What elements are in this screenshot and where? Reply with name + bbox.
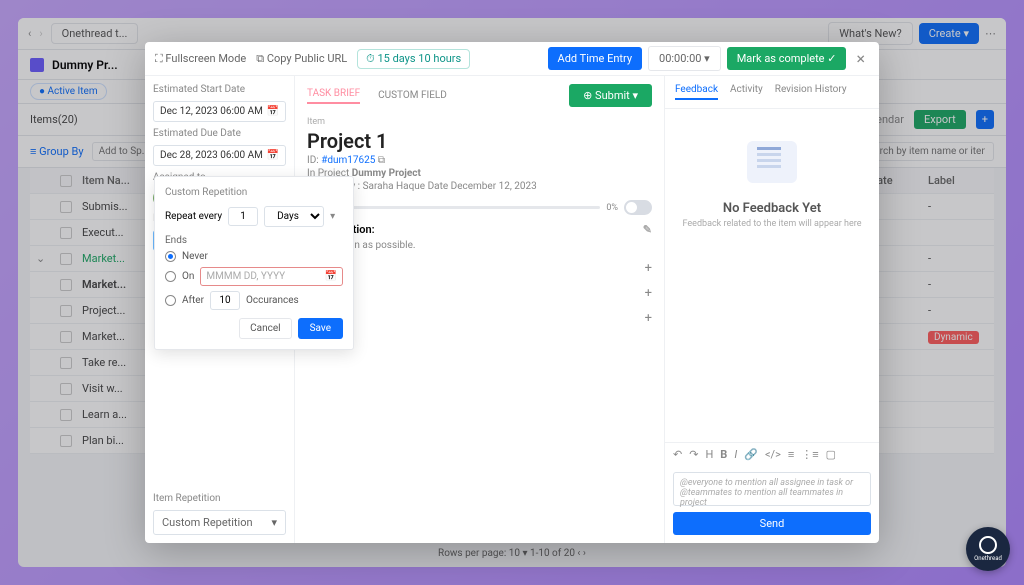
save-button[interactable]: Save xyxy=(298,318,343,339)
tab-task-brief[interactable]: TASK BRIEF xyxy=(307,88,360,104)
code-icon[interactable]: </> xyxy=(765,448,781,461)
start-date-input[interactable]: Dec 12, 2023 06:00 AM📅 xyxy=(153,101,286,122)
unit-select[interactable]: Days xyxy=(264,206,324,227)
occurrences-input[interactable] xyxy=(210,291,240,310)
tab-feedback[interactable]: Feedback xyxy=(675,84,718,100)
empty-state-icon xyxy=(747,141,797,183)
plus-icon[interactable]: + xyxy=(645,286,652,301)
tab-activity[interactable]: Activity xyxy=(730,84,763,100)
repetition-popover: Custom Repetition Repeat every Days ▾ En… xyxy=(154,176,354,350)
label-occurrences: Occurances xyxy=(246,295,299,306)
redo-icon[interactable]: ↷ xyxy=(689,448,698,461)
radio-after[interactable] xyxy=(165,295,176,306)
label-est-due: Estimated Due Date xyxy=(153,128,286,139)
tab-revision[interactable]: Revision History xyxy=(775,84,847,100)
link-icon[interactable]: 🔗 xyxy=(744,448,758,461)
progress-value: 0% xyxy=(606,203,618,213)
label-ends: Ends xyxy=(165,235,343,246)
label-repeat-every: Repeat every xyxy=(165,211,222,222)
item-id-link[interactable]: #dum17625 xyxy=(321,155,375,166)
timer-button[interactable]: 00:00:00 ▾ xyxy=(648,46,721,71)
description-text: …te as soon as possible. xyxy=(307,240,652,251)
item-right-panel: Feedback Activity Revision History No Fe… xyxy=(664,76,879,543)
label-est-start: Estimated Start Date xyxy=(153,84,286,95)
cancel-button[interactable]: Cancel xyxy=(239,318,291,339)
numlist-icon[interactable]: ⋮≡ xyxy=(801,448,818,461)
editor-toolbar: ↶ ↷ HB I 🔗 </> ≡ ⋮≡ ▢ xyxy=(665,442,879,466)
italic-icon[interactable]: I xyxy=(734,448,737,461)
image-icon[interactable]: ▢ xyxy=(826,448,836,461)
end-date-input[interactable]: MMMM DD, YYYY📅 xyxy=(200,267,343,286)
label-repetition: Item Repetition xyxy=(153,493,286,504)
due-date-input[interactable]: Dec 28, 2023 06:00 AM📅 xyxy=(153,145,286,166)
submit-button[interactable]: ⊕ Submit ▾ xyxy=(569,84,652,107)
toggle[interactable] xyxy=(624,200,652,215)
popover-title: Custom Repetition xyxy=(165,187,343,198)
parent-project-link[interactable]: Dummy Project xyxy=(352,168,421,179)
copy-url-button[interactable]: ⧉ Copy Public URL xyxy=(256,52,347,66)
created-by: Created By : Saraha Haque Date December … xyxy=(307,181,652,192)
radio-on[interactable] xyxy=(165,271,176,282)
onethread-badge[interactable]: Onethread xyxy=(966,527,1010,571)
plus-icon[interactable]: + xyxy=(645,311,652,326)
heading-icon[interactable]: H xyxy=(705,448,713,461)
bold-icon[interactable]: B xyxy=(720,448,727,461)
list-icon[interactable]: ≡ xyxy=(788,448,794,461)
empty-state-title: No Feedback Yet xyxy=(723,201,821,216)
calendar-icon: 📅 xyxy=(325,271,337,282)
item-title[interactable]: Project 1 xyxy=(307,129,652,153)
calendar-icon: 📅 xyxy=(267,106,279,117)
close-icon[interactable]: × xyxy=(852,49,869,68)
undo-icon[interactable]: ↶ xyxy=(673,448,682,461)
copy-icon[interactable]: ⧉ xyxy=(378,155,385,166)
repetition-select[interactable]: Custom Repetition▾ xyxy=(153,510,286,535)
add-time-button[interactable]: Add Time Entry xyxy=(548,47,643,70)
fullscreen-button[interactable]: ⛶ Fullscreen Mode xyxy=(155,52,246,66)
mark-complete-button[interactable]: Mark as complete ✓ xyxy=(727,47,847,70)
interval-input[interactable] xyxy=(228,207,258,226)
comment-input[interactable]: @everyone to mention all assignee in tas… xyxy=(673,472,871,506)
empty-state-subtitle: Feedback related to the item will appear… xyxy=(683,219,862,229)
item-label: Item xyxy=(307,117,652,127)
radio-never[interactable] xyxy=(165,251,176,262)
send-button[interactable]: Send xyxy=(673,512,871,535)
duration-badge: ⏱ 15 days 10 hours xyxy=(357,49,470,69)
pencil-icon[interactable]: ✎ xyxy=(643,223,652,236)
tab-custom-field[interactable]: CUSTOM FIELD xyxy=(378,90,447,101)
calendar-icon: 📅 xyxy=(267,150,279,161)
plus-icon[interactable]: + xyxy=(645,261,652,276)
